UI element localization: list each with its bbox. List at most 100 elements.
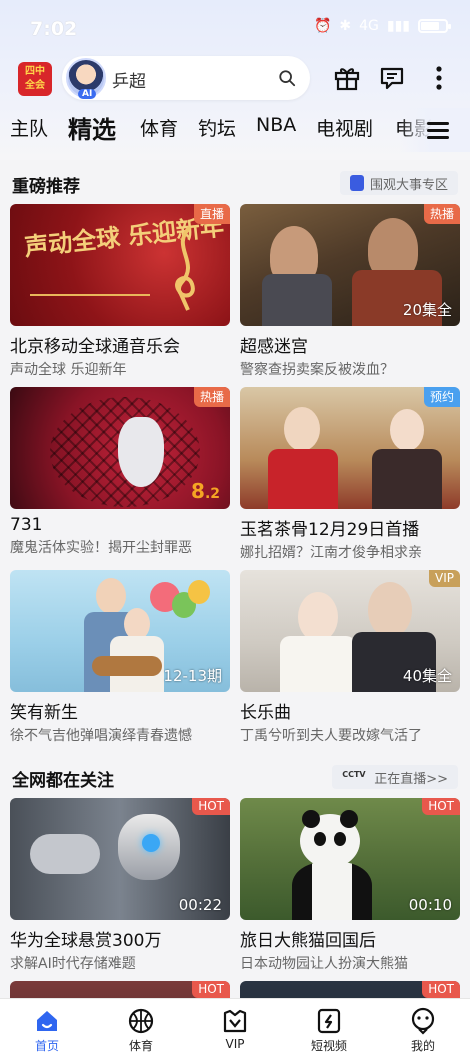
alarm-icon: ⏰ [313,18,332,34]
network-type: 4G [359,18,379,34]
hot-badge: HOT [422,798,460,815]
video-duration: 00:10 [408,896,452,914]
card-title: 超感迷宫 [240,337,308,357]
channel-menu-icon[interactable] [426,120,450,140]
message-icon[interactable] [378,64,406,92]
hot-badge: HOT [422,981,460,998]
actor-body [262,274,332,326]
panda-ear [302,810,320,828]
featured-section-link-label: 围观大事专区 [369,178,448,193]
basketball-icon [128,1008,154,1034]
card-title: 笑有新生 [10,703,78,723]
panda-ear [340,810,358,828]
card-title: 731 [10,515,43,535]
nav-short-video[interactable]: 短视频 [299,1007,359,1054]
video-card[interactable]: 12-13期 笑有新生 徐不气吉他弹唱演绎青春遗憾 [10,570,230,745]
live-now-link[interactable]: CCTV 正在直播>> [332,765,458,789]
tab-home-team[interactable]: 主队 [10,114,48,141]
video-thumbnail[interactable]: 热播 20集全 [240,204,460,326]
nav-vip[interactable]: VIP [205,1007,265,1051]
vip-badge: VIP [429,570,460,587]
nav-label: 我的 [410,1039,435,1053]
card-title: 旅日大熊猫回国后 [240,931,376,951]
card-title: 长乐曲 [240,703,291,723]
rating-integer: 8 [191,479,205,503]
card-title: 玉茗茶骨12月29日首播 [240,520,420,540]
card-subtitle: 求解AI时代存储难题 [10,956,136,972]
tab-tv-series[interactable]: 电视剧 [316,114,373,141]
video-thumbnail[interactable]: 12-13期 [10,570,230,692]
ai-tag: AI [78,89,97,99]
episode-range: 12-13期 [163,667,222,685]
video-card[interactable]: VIP 40集全 长乐曲 丁禹兮听到夫人要改嫁气活了 [240,570,460,745]
featured-section-link[interactable]: 围观大事专区 [339,171,458,195]
actress-robe [372,449,442,509]
card-subtitle: 声动全球 乐迎新年 [10,362,127,378]
card-subtitle: 丁禹兮听到夫人要改嫁气活了 [240,728,422,744]
tab-fishing[interactable]: 钓坛 [198,114,236,141]
hot-badge: HOT [192,798,230,815]
white-mouse [118,417,164,487]
video-thumbnail[interactable]: 预约 [240,387,460,509]
panda-eye [334,832,346,846]
search-icon[interactable] [278,69,296,87]
short-video-icon [317,1008,341,1034]
profile-icon [411,1007,435,1035]
video-card[interactable]: HOT 00:22 华为全球悬赏300万 求解AI时代存储难题 [10,798,230,973]
video-card[interactable]: 声动全球 乐迎新年 直播 北京移动全球通音乐会 声动全球 乐迎新年 [10,204,230,379]
robot-hand [30,834,100,874]
card-title: 华为全球悬赏300万 [10,931,162,951]
nav-label: VIP [225,1037,245,1051]
card-subtitle: 警察查拐卖案反被泼血？ [240,362,394,378]
app-header: 四中 全会 AI 乒超 [0,54,470,100]
nav-profile[interactable]: 我的 [393,1007,453,1054]
featured-section-title: 重磅推荐 [12,177,80,197]
rating-score: 8.2 [191,479,220,503]
search-bar[interactable]: AI 乒超 [62,56,310,100]
app-root: 7:02 ⏰ ✱ 4G ▮▮▮ 四中 全会 AI 乒超 主队 精选 体育 钓坛 … [0,0,470,1060]
video-thumbnail[interactable]: 声动全球 乐迎新年 直播 [10,204,230,326]
video-thumbnail[interactable]: HOT 00:22 [10,798,230,920]
actor-face [368,582,412,638]
video-card[interactable]: 热播 8.2 731 魔鬼活体实验！揭开尘封罪恶 [10,387,230,557]
actor-robe [268,449,338,509]
actress-robe [280,636,356,692]
nav-sports[interactable]: 体育 [111,1007,171,1054]
bluetooth-icon: ✱ [339,18,352,34]
tab-nba[interactable]: NBA [256,114,296,136]
video-card[interactable]: 热播 20集全 超感迷宫 警察查拐卖案反被泼血？ [240,204,460,379]
status-badge: 热播 [193,387,230,407]
more-icon[interactable] [425,64,453,92]
nav-label: 体育 [128,1039,153,1053]
card-subtitle: 日本动物园让人扮演大熊猫 [240,956,408,972]
actor-face [284,407,320,451]
card-subtitle: 徐不气吉他弹唱演绎青春遗憾 [10,728,192,744]
tab-sports[interactable]: 体育 [140,114,178,141]
poster-divider [30,294,150,296]
episode-count: 40集全 [402,667,452,685]
status-bar: 7:02 ⏰ ✱ 4G ▮▮▮ [0,0,470,56]
video-thumbnail[interactable]: VIP 40集全 [240,570,460,692]
video-thumbnail[interactable]: HOT 00:10 [240,798,460,920]
nav-home[interactable]: 首页 [17,1007,77,1054]
vip-icon [223,1009,247,1033]
actor-face [96,578,126,614]
ai-assistant-avatar[interactable]: AI [66,58,106,99]
preorder-badge: 预约 [423,387,460,407]
card-title: 北京移动全球通音乐会 [10,337,180,357]
video-thumbnail[interactable]: 热播 8.2 [10,387,230,509]
search-input[interactable]: 乒超 [112,67,146,92]
hot-badge: HOT [192,981,230,998]
guitar [92,656,162,676]
bottom-navigation: 首页 体育 VIP 短视频 我的 [0,998,470,1060]
battery-icon [418,19,451,33]
video-card[interactable]: 预约 玉茗茶骨12月29日首播 娜扎招婿？江南才俊争相求亲 [240,387,460,562]
tab-featured[interactable]: 精选 [68,110,116,145]
panda-body [292,862,372,920]
app-logo[interactable]: 四中 全会 [18,62,52,96]
gift-icon[interactable] [333,64,361,92]
signal-icon: ▮▮▮ [386,18,410,34]
video-card[interactable]: HOT 00:10 旅日大熊猫回国后 日本动物园让人扮演大熊猫 [240,798,460,973]
episode-count: 20集全 [402,301,452,319]
home-icon [37,1011,57,1031]
